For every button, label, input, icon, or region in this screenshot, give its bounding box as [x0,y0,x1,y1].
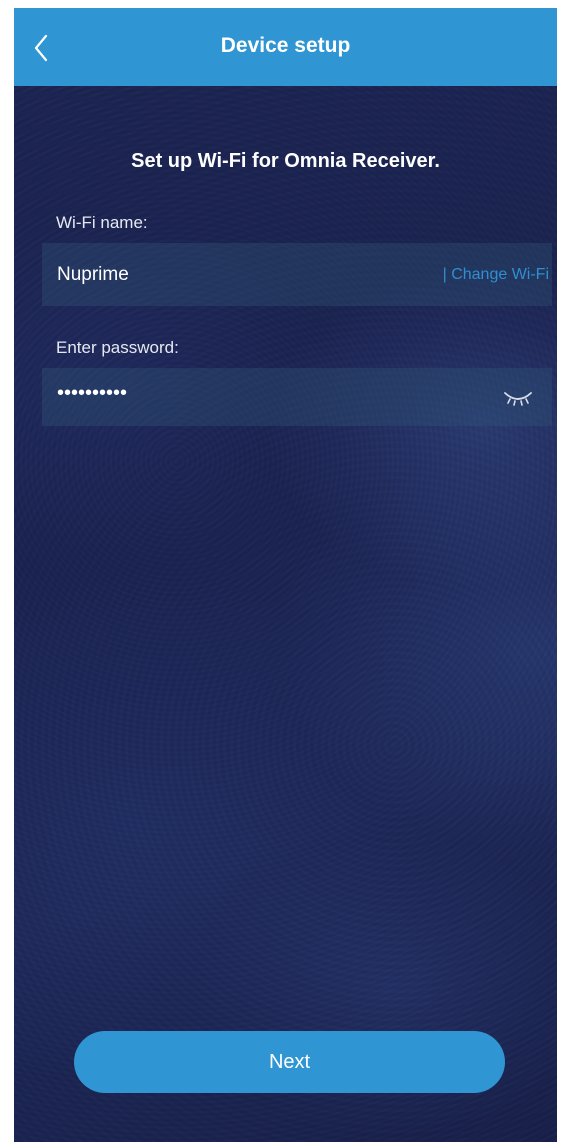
header-bar: Device setup [14,8,557,86]
wifi-name-label: Wi-Fi name: [56,213,148,232]
background-texture [14,8,557,1142]
setup-subtitle: Set up Wi-Fi for Omnia Receiver. [131,150,440,172]
change-wifi-link[interactable]: | Change Wi-Fi [443,266,549,284]
password-visibility-toggle[interactable] [502,389,534,407]
password-value[interactable]: •••••••••• [57,382,127,405]
eye-closed-icon [504,392,532,406]
next-button[interactable]: Next [74,1031,505,1093]
app-screen: Device setup Set up Wi-Fi for Omnia Rece… [14,8,557,1142]
wifi-name-value: Nuprime [57,264,129,285]
phone-frame: Device setup Set up Wi-Fi for Omnia Rece… [0,0,571,1142]
page-title: Device setup [220,34,351,57]
password-field[interactable]: •••••••••• [42,368,552,426]
password-label: Enter password: [56,338,179,357]
wifi-name-field: Nuprime | Change Wi-Fi [42,243,552,306]
